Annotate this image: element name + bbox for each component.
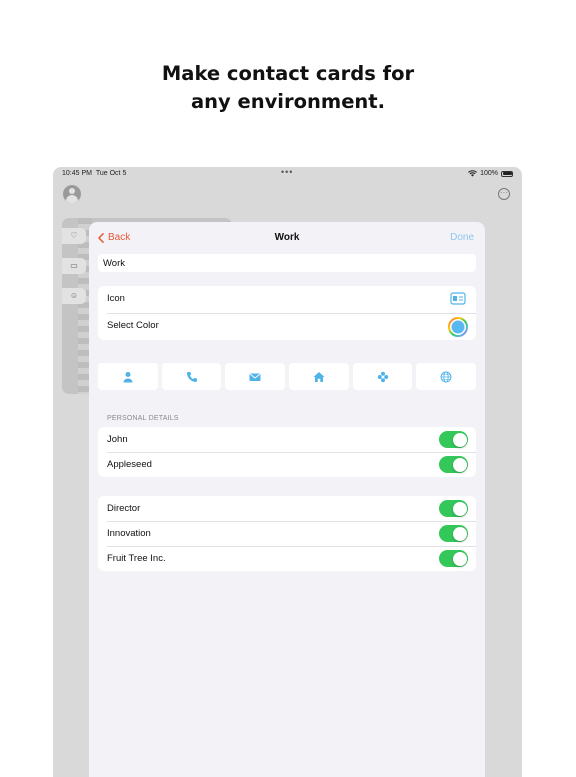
select-color-label: Select Color	[107, 320, 159, 331]
page-title: Work	[274, 232, 300, 243]
add-email-button[interactable]	[225, 363, 286, 390]
select-color-row[interactable]: Select Color	[98, 313, 476, 340]
appearance-group: Icon Select Color	[98, 286, 476, 340]
company-toggle[interactable]	[439, 550, 468, 567]
personal-row-last-name: Appleseed	[98, 452, 476, 477]
flower-icon	[377, 371, 388, 382]
add-person-button[interactable]	[98, 363, 158, 390]
row-label: Appleseed	[107, 459, 152, 470]
add-website-button[interactable]	[416, 363, 477, 390]
back-button[interactable]: Back	[97, 232, 130, 243]
personal-details-group: John Appleseed	[98, 427, 476, 477]
device-screen: 10:45 PM Tue Oct 5 ••• 100% ··· ♡ ▭ ☺ Ba…	[53, 167, 522, 777]
add-social-button[interactable]	[352, 363, 413, 390]
face-icon[interactable]: ☺	[62, 288, 86, 304]
headline: Make contact cards for any environment.	[0, 60, 576, 116]
row-label: John	[107, 434, 128, 445]
house-icon	[313, 371, 325, 382]
more-icon[interactable]: ···	[498, 188, 510, 200]
avatar[interactable]	[63, 185, 81, 203]
multitasking-dots[interactable]: •••	[281, 167, 293, 177]
first-name-toggle[interactable]	[439, 431, 468, 448]
chevron-left-icon	[98, 232, 104, 243]
last-name-toggle[interactable]	[439, 456, 468, 473]
status-time: 10:45 PM Tue Oct 5	[62, 170, 127, 177]
work-row-title: Director	[98, 496, 476, 521]
person-icon	[123, 371, 133, 382]
status-bar: 10:45 PM Tue Oct 5 ••• 100%	[53, 167, 522, 181]
contact-card-icon[interactable]	[450, 292, 466, 308]
department-toggle[interactable]	[439, 525, 468, 542]
done-button[interactable]: Done	[450, 232, 474, 243]
color-wheel-icon[interactable]	[448, 317, 468, 340]
section-header-personal: PERSONAL DETAILS	[107, 415, 179, 422]
work-row-company: Fruit Tree Inc.	[98, 546, 476, 571]
add-address-button[interactable]	[289, 363, 349, 390]
row-label: Director	[107, 503, 141, 514]
personal-row-first-name: John	[98, 427, 476, 452]
envelope-icon	[249, 373, 261, 381]
row-label: Fruit Tree Inc.	[107, 553, 166, 564]
job-title-toggle[interactable]	[439, 500, 468, 517]
headline-line-1: Make contact cards for	[161, 62, 415, 85]
card-icon[interactable]: ▭	[62, 258, 86, 274]
battery-percent: 100%	[480, 170, 498, 177]
navigation-bar: Back Work Done	[89, 222, 485, 252]
field-type-bar	[98, 363, 477, 390]
headline-line-2: any environment.	[190, 90, 386, 113]
globe-icon	[440, 371, 452, 382]
row-label: Innovation	[107, 528, 151, 539]
work-row-department: Innovation	[98, 521, 476, 546]
phone-icon	[186, 371, 197, 382]
icon-row[interactable]: Icon	[98, 286, 476, 313]
edit-card-sheet: Back Work Done Icon Select Color	[89, 222, 485, 777]
work-details-group: Director Innovation Fruit Tree Inc.	[98, 496, 476, 571]
add-phone-button[interactable]	[161, 363, 222, 390]
back-label: Back	[108, 232, 131, 243]
icon-label: Icon	[107, 293, 125, 304]
heart-icon[interactable]: ♡	[62, 228, 86, 244]
battery-icon	[501, 170, 513, 177]
card-name-input[interactable]	[98, 254, 476, 272]
wifi-icon	[468, 170, 478, 177]
status-right: 100%	[468, 170, 513, 177]
